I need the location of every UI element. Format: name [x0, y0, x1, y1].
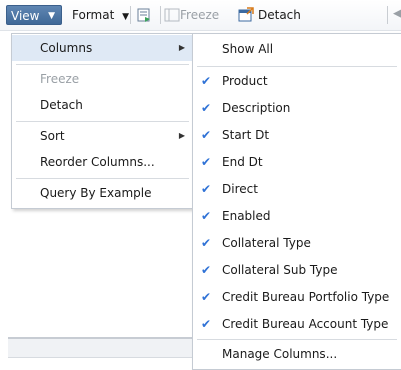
menu-item-sort[interactable]: Sort ▶: [12, 123, 193, 149]
column-item-credit-bureau-portfolio-type[interactable]: ✔ Credit Bureau Portfolio Type: [193, 284, 401, 310]
freeze-icon: [164, 8, 180, 22]
menu-item-label: Detach: [40, 98, 83, 112]
menu-item-label: End Dt: [222, 155, 263, 169]
menu-divider: [197, 339, 397, 340]
menu-item-label: Sort: [40, 129, 65, 143]
checkmark-icon: ✔: [201, 155, 212, 169]
checkmark-icon: ✔: [201, 290, 212, 304]
view-menu-button[interactable]: View ▼: [6, 5, 62, 25]
checkmark-icon: ✔: [201, 209, 212, 223]
checkmark-icon: ✔: [201, 236, 212, 250]
freeze-button: Freeze: [180, 5, 219, 25]
menu-item-label: Direct: [222, 182, 258, 196]
toolbar-divider: [160, 6, 161, 24]
view-menu: Columns ▶ Freeze Detach Sort ▶ Reorder C…: [11, 33, 194, 209]
column-item-credit-bureau-account-type[interactable]: ✔ Credit Bureau Account Type: [193, 311, 401, 337]
column-item-description[interactable]: ✔ Description: [193, 95, 401, 121]
menu-item-label: Description: [222, 101, 291, 115]
menu-item-label: Start Dt: [222, 128, 270, 142]
checkmark-icon: ✔: [201, 101, 212, 115]
menu-divider: [16, 178, 189, 179]
columns-submenu: Show All ✔ Product ✔ Description ✔ Start…: [192, 33, 401, 370]
menu-item-label: Collateral Type: [222, 236, 311, 250]
menu-item-freeze: Freeze: [12, 66, 193, 92]
menu-item-query-by-example[interactable]: Query By Example: [12, 180, 193, 206]
detach-icon[interactable]: [238, 7, 254, 23]
show-all-item[interactable]: Show All: [193, 36, 401, 62]
detach-label: Detach: [258, 8, 301, 22]
checkmark-icon: ✔: [201, 317, 212, 331]
chevron-down-icon: ▼: [122, 12, 130, 22]
checkmark-icon: ✔: [201, 182, 212, 196]
checkmark-icon: ✔: [201, 74, 212, 88]
manage-columns-item[interactable]: Manage Columns...: [193, 341, 401, 367]
menu-item-label: Show All: [222, 42, 274, 56]
scroll-left-icon[interactable]: ◀: [393, 6, 401, 21]
column-item-collateral-sub-type[interactable]: ✔ Collateral Sub Type: [193, 257, 401, 283]
submenu-arrow-icon: ▶: [178, 43, 185, 52]
menu-divider: [16, 121, 189, 122]
menu-item-label: Columns: [40, 41, 93, 55]
column-item-direct[interactable]: ✔ Direct: [193, 176, 401, 202]
export-icon[interactable]: [137, 7, 153, 23]
menu-item-label: Reorder Columns...: [40, 155, 155, 169]
menu-item-label: Manage Columns...: [222, 347, 338, 361]
menu-item-columns[interactable]: Columns ▶: [12, 35, 193, 61]
submenu-arrow-icon: ▶: [178, 131, 185, 140]
menu-item-detach[interactable]: Detach: [12, 92, 193, 118]
menu-item-label: Product: [222, 74, 268, 88]
view-menu-label: View: [11, 9, 40, 23]
menu-item-label: Credit Bureau Portfolio Type: [222, 290, 390, 304]
toolbar-divider: [387, 6, 388, 24]
menu-item-reorder-columns[interactable]: Reorder Columns...: [12, 149, 193, 175]
freeze-label: Freeze: [180, 8, 220, 22]
column-item-start-dt[interactable]: ✔ Start Dt: [193, 122, 401, 148]
format-menu-label: Format: [72, 8, 115, 22]
column-item-product[interactable]: ✔ Product: [193, 68, 401, 94]
menu-item-label: Freeze: [40, 72, 80, 86]
menu-item-label: Query By Example: [40, 186, 152, 200]
menu-item-label: Collateral Sub Type: [222, 263, 338, 277]
column-item-collateral-type[interactable]: ✔ Collateral Type: [193, 230, 401, 256]
menu-divider: [197, 66, 397, 67]
menu-divider: [16, 64, 189, 65]
chevron-down-icon: ▼: [48, 11, 55, 21]
detach-button[interactable]: Detach: [258, 5, 301, 25]
column-item-enabled[interactable]: ✔ Enabled: [193, 203, 401, 229]
table-toolbar: View ▼ Format ▼ Freeze Detach ◀: [0, 0, 401, 31]
menu-item-label: Credit Bureau Account Type: [222, 317, 389, 331]
table-footer: [8, 338, 204, 358]
column-item-end-dt[interactable]: ✔ End Dt: [193, 149, 401, 175]
toolbar-divider: [130, 6, 131, 24]
checkmark-icon: ✔: [201, 128, 212, 142]
menu-item-label: Enabled: [222, 209, 271, 223]
checkmark-icon: ✔: [201, 263, 212, 277]
format-menu-button[interactable]: Format ▼: [68, 5, 132, 25]
